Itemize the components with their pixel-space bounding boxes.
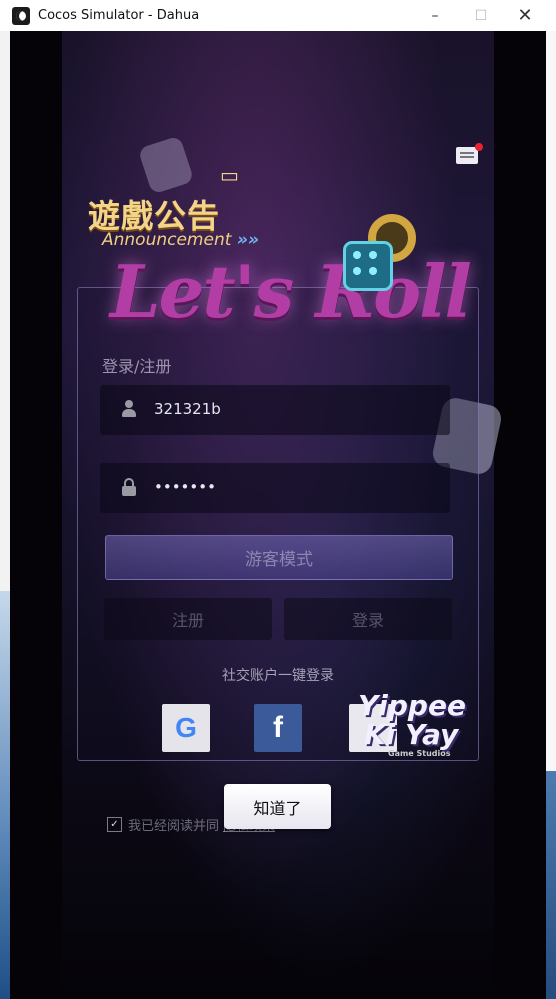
- google-icon: G: [175, 712, 197, 743]
- password-input[interactable]: •••••••: [154, 478, 434, 496]
- background-window-right: [546, 31, 556, 999]
- mail-icon: [456, 147, 478, 164]
- announcement-subtitle[interactable]: Announcement »»: [102, 230, 259, 250]
- background-window-left: [0, 31, 10, 999]
- ok-button[interactable]: 知道了: [224, 784, 331, 829]
- studio-logo-line1: Yippee: [358, 689, 466, 722]
- login-button[interactable]: 登录: [284, 598, 452, 640]
- game-logo: Let's Roll: [110, 249, 472, 334]
- agreement-text: 我已经阅读并同: [128, 819, 220, 834]
- maximize-button[interactable]: ☐: [458, 0, 504, 31]
- minimize-button[interactable]: –: [412, 0, 458, 31]
- window-title: Cocos Simulator - Dahua: [38, 8, 200, 23]
- username-input[interactable]: [154, 400, 434, 418]
- mail-button[interactable]: [456, 143, 483, 165]
- unread-badge: [475, 143, 483, 151]
- google-login-button[interactable]: G: [162, 704, 210, 752]
- register-button[interactable]: 注册: [104, 598, 272, 640]
- studio-logo-line2: Ki Yay: [364, 718, 459, 751]
- dice-icon: [343, 241, 393, 291]
- social-login-title: 社交账户一键登录: [222, 668, 334, 684]
- username-field[interactable]: [100, 385, 450, 435]
- user-icon: [122, 400, 136, 418]
- close-button[interactable]: ✕: [502, 0, 548, 31]
- lock-icon: [122, 478, 136, 496]
- facebook-icon: f: [273, 711, 283, 744]
- password-field[interactable]: •••••••: [100, 463, 450, 513]
- login-title: 登录/注册: [102, 357, 172, 376]
- studio-logo: Yippee Ki Yay Game Studios: [358, 689, 466, 759]
- announcement-subtitle-text: Announcement: [102, 230, 232, 250]
- announcement-icon: ▭: [220, 163, 239, 187]
- guest-mode-button[interactable]: 游客模式: [105, 535, 453, 580]
- app-icon: [12, 6, 30, 25]
- agreement-checkbox[interactable]: ✓: [107, 817, 122, 832]
- game-canvas: 遊戲公告 ▭ Announcement »» Let's Roll 登录/注册 …: [10, 31, 546, 999]
- title-bar: Cocos Simulator - Dahua – ☐ ✕: [0, 0, 556, 31]
- double-arrow-icon: »»: [236, 230, 259, 250]
- facebook-login-button[interactable]: f: [254, 704, 302, 752]
